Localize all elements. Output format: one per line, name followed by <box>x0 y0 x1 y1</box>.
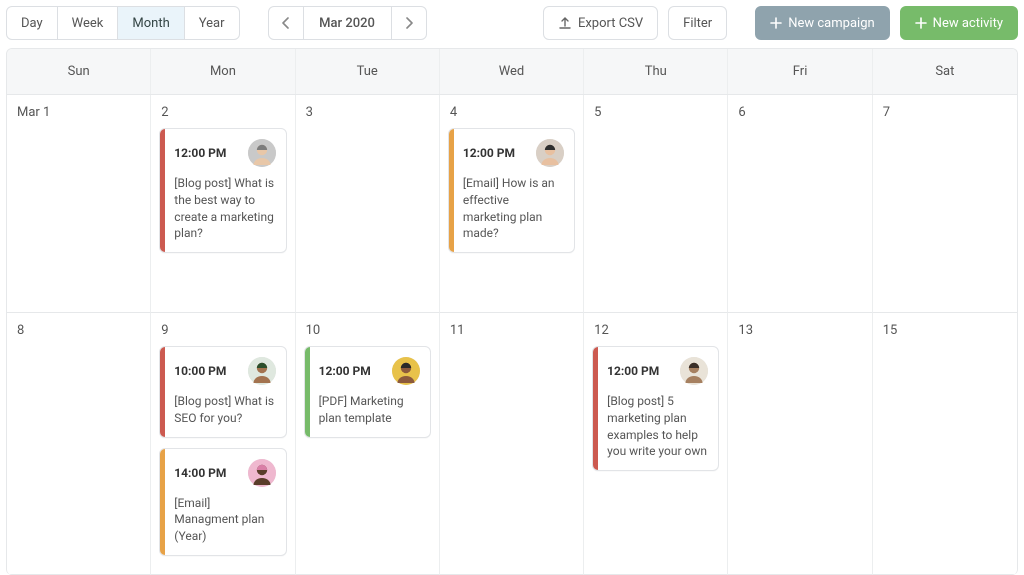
day-cell[interactable]: 8 <box>7 313 151 575</box>
event-card-header: 10:00 PM <box>174 357 275 385</box>
event-time: 12:00 PM <box>607 364 659 378</box>
filter-button[interactable]: Filter <box>668 6 727 40</box>
event-card-header: 12:00 PM <box>319 357 420 385</box>
day-cell[interactable]: 12 12:00 PM [Blog post] 5 marketing plan … <box>584 313 728 575</box>
event-card[interactable]: 12:00 PM [Email] How is an effective mar… <box>448 128 575 253</box>
weekday-header: Sun Mon Tue Wed Thu Fri Sat <box>7 49 1017 95</box>
event-stripe <box>593 347 598 470</box>
day-number: 3 <box>306 105 431 120</box>
new-activity-button[interactable]: New activity <box>900 6 1018 40</box>
day-number: 15 <box>883 323 1009 338</box>
day-cell[interactable]: 4 12:00 PM [Email] How is an effective ma… <box>440 95 584 313</box>
day-cell[interactable]: 3 <box>296 95 440 313</box>
calendar-grid: Mar 1 2 12:00 PM [Blog post] What is the b… <box>7 95 1017 575</box>
view-year[interactable]: Year <box>185 7 239 39</box>
avatar <box>248 139 276 167</box>
day-number: 11 <box>450 323 575 338</box>
avatar <box>536 139 564 167</box>
day-number: 8 <box>17 323 142 338</box>
day-cell[interactable]: 9 10:00 PM [Blog post] What is SEO for yo… <box>151 313 295 575</box>
event-stripe <box>305 347 310 437</box>
view-week[interactable]: Week <box>58 7 119 39</box>
event-stripe <box>160 129 165 252</box>
event-time: 14:00 PM <box>174 466 226 480</box>
event-time: 12:00 PM <box>319 364 371 378</box>
day-number: 6 <box>738 105 863 120</box>
day-cell[interactable]: 7 <box>873 95 1017 313</box>
filter-label: Filter <box>683 16 712 31</box>
day-cell[interactable]: 11 <box>440 313 584 575</box>
plus-icon <box>915 17 927 29</box>
avatar <box>680 357 708 385</box>
weekday-sat: Sat <box>873 49 1017 94</box>
day-cell[interactable]: 10 12:00 PM [PDF] Marketing plan template <box>296 313 440 575</box>
day-cell[interactable]: 5 <box>584 95 728 313</box>
chevron-left-icon <box>281 17 291 29</box>
day-number: 9 <box>161 323 286 338</box>
day-number: 5 <box>594 105 719 120</box>
day-number: Mar 1 <box>17 105 142 120</box>
avatar <box>392 357 420 385</box>
view-switch: Day Week Month Year <box>6 6 240 40</box>
weekday-fri: Fri <box>728 49 872 94</box>
event-stripe <box>160 347 165 437</box>
new-campaign-button[interactable]: New campaign <box>755 6 889 40</box>
weekday-sun: Sun <box>7 49 151 94</box>
event-card[interactable]: 10:00 PM [Blog post] What is SEO for you… <box>159 346 286 438</box>
day-number: 7 <box>883 105 1009 120</box>
event-time: 12:00 PM <box>463 146 515 160</box>
day-cell[interactable]: Mar 1 <box>7 95 151 313</box>
event-card[interactable]: 12:00 PM [Blog post] 5 marketing plan ex… <box>592 346 719 471</box>
day-cell[interactable]: 15 <box>873 313 1017 575</box>
view-month[interactable]: Month <box>118 7 184 39</box>
day-number: 13 <box>738 323 863 338</box>
new-activity-label: New activity <box>933 16 1003 31</box>
event-time: 12:00 PM <box>174 146 226 160</box>
event-title: [Blog post] What is the best way to crea… <box>174 175 275 242</box>
plus-icon <box>770 17 782 29</box>
event-title: [Email] How is an effective marketing pl… <box>463 175 564 242</box>
event-card[interactable]: 14:00 PM [Email] Managment plan (Year) <box>159 448 286 556</box>
view-day[interactable]: Day <box>7 7 58 39</box>
event-time: 10:00 PM <box>174 364 226 378</box>
event-card-header: 12:00 PM <box>463 139 564 167</box>
event-stripe <box>160 449 165 555</box>
period-nav: Mar 2020 <box>268 6 427 40</box>
prev-period-button[interactable] <box>269 7 304 39</box>
event-title: [Blog post] 5 marketing plan examples to… <box>607 393 708 460</box>
new-campaign-label: New campaign <box>788 16 874 31</box>
export-csv-button[interactable]: Export CSV <box>543 6 658 40</box>
day-number: 4 <box>450 105 575 120</box>
day-number: 12 <box>594 323 719 338</box>
upload-icon <box>558 16 572 30</box>
avatar <box>248 459 276 487</box>
event-title: [Blog post] What is SEO for you? <box>174 393 275 427</box>
avatar <box>248 357 276 385</box>
day-number: 10 <box>306 323 431 338</box>
calendar: Sun Mon Tue Wed Thu Fri Sat Mar 1 2 12:00 … <box>6 48 1018 575</box>
event-stripe <box>449 129 454 252</box>
export-csv-label: Export CSV <box>578 16 643 31</box>
toolbar: Day Week Month Year Mar 2020 <box>6 4 1018 48</box>
event-card[interactable]: 12:00 PM [PDF] Marketing plan template <box>304 346 431 438</box>
event-title: [PDF] Marketing plan template <box>319 393 420 427</box>
day-cell[interactable]: 13 <box>728 313 872 575</box>
period-label[interactable]: Mar 2020 <box>304 7 392 39</box>
event-card-header: 14:00 PM <box>174 459 275 487</box>
weekday-tue: Tue <box>296 49 440 94</box>
next-period-button[interactable] <box>392 7 426 39</box>
event-card[interactable]: 12:00 PM [Blog post] What is the best wa… <box>159 128 286 253</box>
weekday-thu: Thu <box>584 49 728 94</box>
weekday-wed: Wed <box>440 49 584 94</box>
event-card-header: 12:00 PM <box>607 357 708 385</box>
day-cell[interactable]: 2 12:00 PM [Blog post] What is the best w… <box>151 95 295 313</box>
day-number: 2 <box>161 105 286 120</box>
day-cell[interactable]: 6 <box>728 95 872 313</box>
event-title: [Email] Managment plan (Year) <box>174 495 275 545</box>
chevron-right-icon <box>404 17 414 29</box>
event-card-header: 12:00 PM <box>174 139 275 167</box>
weekday-mon: Mon <box>151 49 295 94</box>
